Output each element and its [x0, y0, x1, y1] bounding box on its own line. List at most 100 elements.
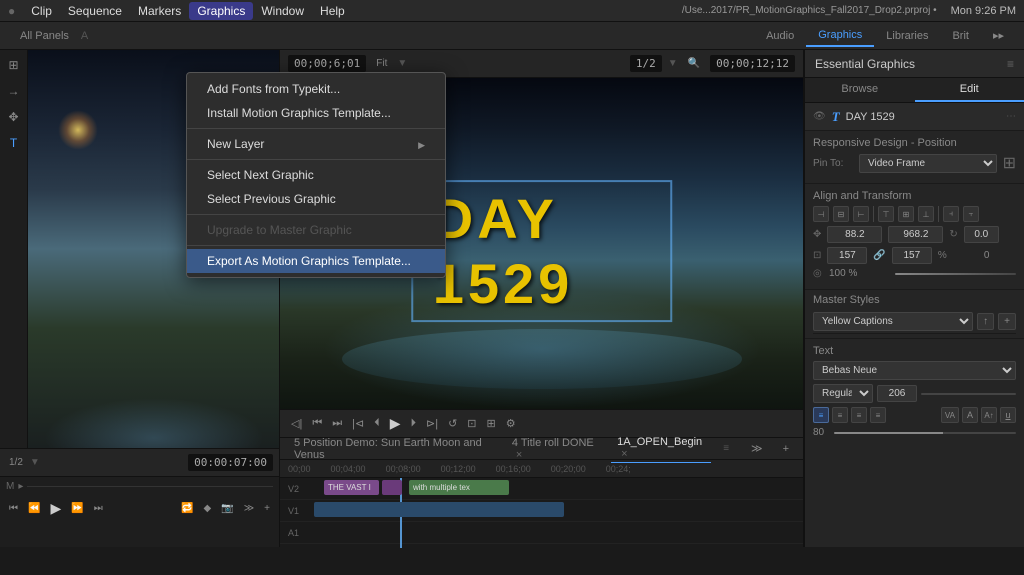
dd-install-mgt[interactable]: Install Motion Graphics Template... [187, 101, 445, 125]
pin-to-select[interactable]: Video Frame [859, 154, 997, 173]
clip-v1-main[interactable] [314, 502, 564, 517]
x-position-input[interactable] [827, 226, 882, 243]
clip-multiple[interactable]: with multiple tex [409, 480, 509, 495]
dd-sep-4 [187, 245, 445, 246]
text-caps-btn[interactable]: A [962, 407, 978, 423]
menu-sequence[interactable]: Sequence [60, 2, 130, 20]
tab-more[interactable]: ▸▸ [981, 25, 1016, 46]
safe-margins-btn[interactable]: ⊡ [464, 415, 479, 432]
clip-vast[interactable]: THE VAST I [324, 480, 379, 495]
output-btn[interactable]: ⊞ [484, 415, 499, 432]
size-slider-bar[interactable] [834, 432, 1016, 434]
play-btn[interactable]: ▶ [47, 498, 64, 519]
text-justify-btn[interactable]: ≡ [870, 407, 886, 423]
go-in-btn[interactable]: |⊲ [349, 415, 367, 432]
step-left-btn[interactable]: ⏴ [371, 415, 383, 432]
tool-arrow[interactable]: → [3, 80, 25, 102]
menu-help[interactable]: Help [312, 2, 353, 20]
layer-item-day1529[interactable]: 👁 T DAY 1529 ⋯ [805, 103, 1024, 131]
align-left-btn[interactable]: ⊣ [813, 206, 829, 222]
align-bottom-btn[interactable]: ⊥ [918, 206, 934, 222]
create-master-btn[interactable]: + [998, 313, 1016, 330]
go-out-btn[interactable]: ⊳| [423, 415, 441, 432]
dd-new-layer[interactable]: New Layer [187, 132, 445, 156]
font-size-input[interactable] [877, 385, 917, 402]
master-styles-select[interactable]: Yellow Captions [813, 312, 973, 331]
tab-audio[interactable]: Audio [754, 26, 806, 46]
step-back-frame[interactable]: ⏮ [309, 415, 325, 432]
align-right-btn[interactable]: ⊢ [853, 206, 869, 222]
close-title-roll[interactable]: × [516, 449, 522, 461]
height-input[interactable] [892, 247, 932, 264]
loop-btn[interactable]: 🔁 [178, 501, 196, 516]
tool-text[interactable]: T [3, 132, 25, 154]
font-size-slider[interactable] [921, 393, 1016, 395]
push-master-btn[interactable]: ↑ [977, 313, 994, 330]
pin-icon[interactable]: ⊞ [1003, 153, 1016, 173]
menu-markers[interactable]: Markers [130, 2, 189, 20]
link-icon[interactable]: 🔗 [873, 250, 885, 261]
ruler-mark-2: 00;04;00 [331, 464, 366, 474]
tab-graphics[interactable]: Graphics [806, 25, 874, 47]
layer-visibility-icon[interactable]: 👁 [813, 111, 826, 122]
step-fwd-btn[interactable]: ⏩ [68, 501, 86, 516]
text-align-center-btn[interactable]: ≡ [832, 407, 848, 423]
dd-select-next[interactable]: Select Next Graphic [187, 163, 445, 187]
more-controls[interactable]: ≫ [241, 501, 257, 516]
clip-middle[interactable] [382, 480, 402, 495]
tl-tab-title-roll[interactable]: 4 Title roll DONE × [506, 435, 603, 463]
dd-select-prev[interactable]: Select Previous Graphic [187, 187, 445, 211]
menu-window[interactable]: Window [253, 2, 312, 20]
play-end-btn[interactable]: ⏭ [91, 501, 106, 516]
tool-select[interactable]: ⊞ [3, 54, 25, 76]
edit-tab[interactable]: Edit [915, 78, 1024, 102]
essential-graphics-menu-icon[interactable]: ≡ [1007, 57, 1014, 71]
font-family-select[interactable]: Bebas Neue [813, 361, 1016, 380]
rotation-input[interactable] [964, 226, 999, 243]
tab-libraries[interactable]: Libraries [874, 26, 940, 46]
settings-btn[interactable]: ⚙ [503, 415, 519, 432]
loop-center-btn[interactable]: ↺ [445, 415, 460, 432]
tl-tab-position-demo[interactable]: 5 Position Demo: Sun Earth Moon and Venu… [288, 435, 498, 463]
text-align-right-btn[interactable]: ≡ [851, 407, 867, 423]
preview-timecode-left[interactable]: 00;00;6;01 [288, 55, 366, 72]
close-open-begin[interactable]: × [621, 448, 627, 460]
prev-marker-btn[interactable]: ◁| [288, 415, 305, 432]
camera-btn[interactable]: 📷 [218, 501, 236, 516]
text-style-va-btn[interactable]: VA [941, 407, 959, 423]
y-position-input[interactable] [888, 226, 943, 243]
align-top-btn[interactable]: ⊤ [878, 206, 894, 222]
marker-btn[interactable]: ◆ [201, 501, 215, 516]
dd-export-mgt[interactable]: Export As Motion Graphics Template... [187, 249, 445, 273]
tab-all-panels[interactable]: All Panels [8, 26, 81, 46]
dist-h-btn[interactable]: ⫞ [943, 206, 959, 222]
dd-add-fonts[interactable]: Add Fonts from Typekit... [187, 77, 445, 101]
menu-graphics[interactable]: Graphics [189, 2, 253, 20]
font-style-select[interactable]: Regular [813, 384, 873, 403]
text-underline-btn[interactable]: u [1000, 407, 1016, 423]
dist-v-btn[interactable]: ⫟ [963, 206, 979, 222]
add-btn[interactable]: + [261, 501, 273, 516]
align-center-btn[interactable]: ⊟ [833, 206, 849, 222]
tab-brit[interactable]: Brit [940, 26, 981, 46]
menu-clip[interactable]: Clip [23, 2, 60, 20]
zoom-in-btn[interactable]: 1/2 [6, 455, 26, 470]
text-sup-btn[interactable]: A↑ [981, 407, 997, 423]
width-input[interactable] [827, 247, 867, 264]
tl-tab-open-begin[interactable]: 1A_OPEN_Begin × [611, 434, 711, 463]
layer-options-icon[interactable]: ⋯ [1006, 111, 1016, 122]
tl-more-options[interactable]: ≫ [745, 440, 769, 457]
text-align-left-btn[interactable]: ≡ [813, 407, 829, 423]
tl-add-track[interactable]: + [777, 441, 795, 457]
step-fwd-frame[interactable]: ⏭ [329, 415, 345, 432]
play-stop-btn[interactable]: ⏮ [6, 501, 21, 516]
align-mid-btn[interactable]: ⊞ [898, 206, 914, 222]
step-back-btn[interactable]: ⏪ [25, 501, 43, 516]
opacity-slider[interactable] [895, 273, 1016, 275]
tool-move[interactable]: ✥ [3, 106, 25, 128]
play-center-btn[interactable]: ▶ [387, 413, 404, 434]
preview-scale-left[interactable]: 1/2 [630, 55, 662, 72]
zoom-icon[interactable]: 🔍 [684, 56, 704, 71]
step-right-btn[interactable]: ⏵ [408, 415, 420, 432]
browse-tab[interactable]: Browse [805, 78, 915, 102]
